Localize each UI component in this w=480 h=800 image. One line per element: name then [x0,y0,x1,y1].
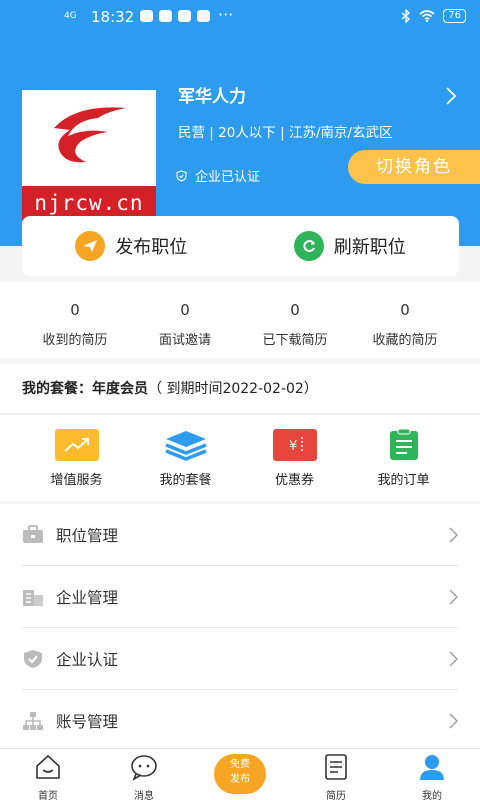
service-value-added[interactable]: 增值服务 [22,415,131,501]
cloud-icon [140,10,153,22]
company-name: 军华人力 [178,87,246,107]
tab-resume[interactable]: 简历 [288,749,384,800]
chevron-right-icon[interactable] [444,86,458,106]
tab-mine[interactable]: 我的 [384,749,480,800]
menu-label: 企业管理 [56,588,119,607]
paper-plane-icon [75,231,106,261]
service-label: 我的订单 [377,473,430,488]
stat-label: 已下载简历 [262,333,328,348]
verified-label: 企业已认证 [195,170,261,185]
svg-text:¥: ¥ [289,439,297,454]
center-button-line1: 免费 [230,759,250,770]
menu-label: 账号管理 [56,713,119,731]
refresh-job-label: 刷新职位 [333,237,406,258]
company-info: 民营 | 20人以下 | 江苏/南京/玄武区 [178,125,393,141]
chevron-right-icon [449,713,458,729]
switch-role-button[interactable]: 切换角色 [348,150,480,184]
service-my-package[interactable]: 我的套餐 [131,415,240,501]
stat-value: 0 [290,301,300,319]
service-label: 优惠券 [274,473,314,488]
menu-item-company-verification[interactable]: 企业认证 [22,628,458,690]
chat-bubble-icon [131,755,157,781]
shield-icon [176,169,187,182]
stat-value: 0 [400,301,410,319]
tab-label: 我的 [422,791,442,800]
refresh-icon [293,231,324,261]
stat-label: 收藏的简历 [372,333,438,348]
center-button-line2: 发布 [230,774,250,785]
tab-label: 首页 [38,791,58,800]
logo-domain-text: njrcw.cn [22,186,156,220]
user-icon [420,755,444,780]
chevron-right-icon [449,651,458,667]
menu-item-job-management[interactable]: 职位管理 [22,504,458,566]
network-indicator: 4G [64,11,77,21]
system-icons: 76 [401,9,466,23]
trend-chart-icon [54,429,99,461]
job-actions-card: 发布职位 刷新职位 [22,216,459,276]
free-publish-button[interactable]: 免费 发布 [214,754,266,794]
stat-value: 0 [180,301,190,319]
org-chart-icon [23,712,43,730]
document-icon [325,754,347,780]
chevron-right-icon [449,589,458,605]
coupon-icon: ¥ [272,429,317,461]
package-level: 年度会员 [92,381,148,397]
app-icon [197,10,210,22]
clipboard-icon [382,429,426,461]
battery-indicator: 76 [443,9,466,23]
service-coupon[interactable]: ¥ 优惠券 [240,415,349,501]
refresh-job-button[interactable]: 刷新职位 [241,216,460,276]
stat-label: 面试邀请 [158,333,211,348]
services-row: 增值服务 我的套餐 ¥ 优惠券 我的订单 [0,415,480,501]
stats-row: 0 收到的简历 0 面试邀请 0 已下载简历 0 收藏的简历 [0,282,480,358]
service-label: 增值服务 [50,473,103,488]
stat-favorited-resumes[interactable]: 0 收藏的简历 [350,282,460,358]
home-icon [36,754,60,779]
layers-icon [164,429,208,461]
status-time: 18:32 [91,8,135,26]
bluetooth-icon [401,9,411,23]
tab-messages[interactable]: 消息 [96,749,192,800]
verified-status: 企业已认证 [176,166,260,185]
company-logo: njrcw.cn [22,90,156,220]
chevron-right-icon [449,527,458,543]
package-expiry: （ 到期时间2022-02-02） [148,381,318,397]
tab-label: 消息 [134,791,154,800]
package-info: 我的套餐：年度会员（ 到期时间2022-02-02） [0,364,480,414]
company-header[interactable]: njrcw.cn 军华人力 民营 | 20人以下 | 江苏/南京/玄武区 企业已… [0,34,480,246]
publish-job-label: 发布职位 [115,237,188,258]
stat-received-resumes[interactable]: 0 收到的简历 [20,282,130,358]
menu-item-account-management[interactable]: 账号管理 [22,690,458,752]
briefcase-icon [23,524,43,543]
management-menu: 职位管理 企业管理 企业认证 账号管理 [0,504,480,748]
building-icon [23,589,43,606]
tab-label: 简历 [326,791,346,800]
tab-home[interactable]: 首页 [0,749,96,800]
shield-check-icon [24,649,42,668]
stat-value: 0 [70,301,80,319]
stat-label: 收到的简历 [42,333,108,348]
service-label: 我的套餐 [159,473,212,488]
package-prefix: 我的套餐： [22,381,92,397]
stat-downloaded-resumes[interactable]: 0 已下载简历 [240,282,350,358]
menu-label: 职位管理 [56,526,119,545]
stat-interview-invites[interactable]: 0 面试邀请 [130,282,240,358]
notification-icons [140,10,210,22]
menu-item-company-management[interactable]: 企业管理 [22,566,458,628]
service-my-orders[interactable]: 我的订单 [349,415,458,501]
mail-icon [159,10,172,22]
logo-swoosh-icon [54,107,126,163]
wifi-icon [419,10,435,22]
status-bar: 4G 18:32 ··· 76 [0,0,480,34]
publish-job-button[interactable]: 发布职位 [22,216,241,276]
compass-icon [178,10,191,22]
more-dots: ··· [218,5,234,24]
menu-label: 企业认证 [56,650,119,669]
